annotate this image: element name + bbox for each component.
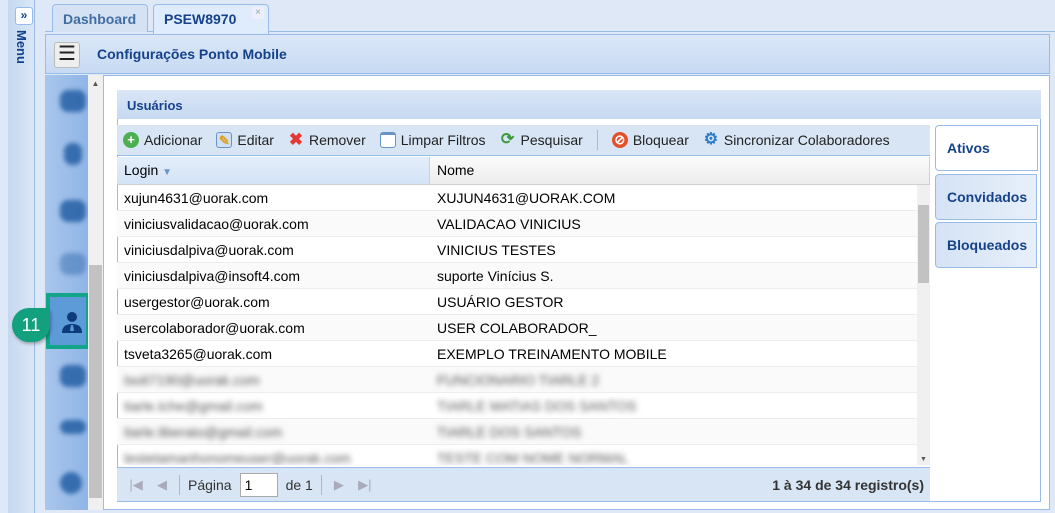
tab-convidados[interactable]: Convidados xyxy=(935,174,1037,220)
panel-title: Usuários xyxy=(117,90,1041,119)
expand-menu-button[interactable]: » xyxy=(15,7,33,25)
collapsed-menu-panel xyxy=(8,0,35,513)
toolbar: + Adicionar ✎ Editar ✖ Remover Limpar Filtr… xyxy=(117,125,930,156)
next-page-icon[interactable]: ▶ xyxy=(330,477,348,493)
id-card-icon[interactable] xyxy=(60,200,86,222)
table-row[interactable]: xujun4631@uorak.com XUJUN4631@UORAK.COM xyxy=(117,185,917,211)
table-row[interactable]: testetamanhonomeuser@uorak.com TESTE COM … xyxy=(117,445,917,465)
column-header-login[interactable]: Login ▼ xyxy=(117,157,430,184)
refresh-icon: ⟳ xyxy=(500,131,515,148)
grid-header: Login ▼ Nome xyxy=(117,157,930,185)
button-label: Remover xyxy=(308,132,366,148)
cell-login: testetamanhonomeuser@uorak.com xyxy=(124,450,351,465)
cell-nome: XUJUN4631@UORAK.COM xyxy=(437,190,616,206)
button-label: Adicionar xyxy=(144,132,203,148)
cell-login: tiarle.liberato@gmail.com xyxy=(124,424,283,440)
sync-employees-button[interactable]: ⚙ Sincronizar Colaboradores xyxy=(703,131,890,149)
page-count: de 1 xyxy=(285,476,313,493)
clear-filters-button[interactable]: Limpar Filtros xyxy=(379,132,486,148)
table-row[interactable]: tiarle.liberato@gmail.com TIARLE DOS SANT… xyxy=(117,419,917,445)
cell-nome: TIARLE MATIAS DOS SANTOS xyxy=(437,398,637,414)
sort-desc-icon: ▼ xyxy=(162,167,173,178)
add-button[interactable]: + Adicionar xyxy=(123,132,202,148)
location-pin-icon[interactable] xyxy=(64,143,82,165)
records-info: 1 à 34 de 34 registro(s) xyxy=(772,476,924,493)
add-icon: + xyxy=(123,132,139,148)
pager-separator xyxy=(179,474,180,495)
remove-icon: ✖ xyxy=(288,130,304,149)
cell-nome: VALIDACAO VINICIUS xyxy=(437,216,581,232)
tab-bloqueados[interactable]: Bloqueados xyxy=(935,222,1037,268)
sitemap-icon[interactable] xyxy=(60,90,86,112)
check-icon[interactable] xyxy=(60,420,86,434)
tab-ativos[interactable]: Ativos xyxy=(935,125,1038,171)
table-row[interactable]: tiarle.tche@gmail.com TIARLE MATIAS DOS S… xyxy=(117,393,917,419)
hamburger-menu-icon[interactable]: ☰ xyxy=(54,42,80,68)
list-icon[interactable] xyxy=(60,253,86,275)
table-row[interactable]: tsoli7190@uorak.com FUNCIONARIO TIARLE 2 xyxy=(117,367,917,393)
pagination-bar: |◀ ◀ Página de 1 ▶ ▶| 1 à 34 de 34 regis… xyxy=(117,467,930,501)
button-label: Bloquear xyxy=(632,132,689,148)
button-label: Pesquisar xyxy=(520,132,583,148)
button-label: Limpar Filtros xyxy=(400,132,486,148)
cell-nome: USUÁRIO GESTOR xyxy=(437,294,564,310)
circle-icon[interactable] xyxy=(60,472,82,494)
page-title: Configurações Ponto Mobile xyxy=(97,46,287,62)
column-label: Login xyxy=(124,162,159,178)
toolbar-separator xyxy=(596,130,598,150)
cell-nome: TESTE COM NOME NORMAL xyxy=(437,450,629,465)
cell-nome: suporte Vinícius S. xyxy=(437,268,554,284)
table-row[interactable]: tsveta3265@uorak.com EXEMPLO TREINAMENTO … xyxy=(117,341,917,367)
user-tie-icon xyxy=(62,312,82,333)
search-button[interactable]: ⟳ Pesquisar xyxy=(500,131,583,149)
clear-filter-icon xyxy=(379,132,396,148)
cell-login: viniciusvalidacao@uorak.com xyxy=(124,216,309,232)
menu-label[interactable]: Menu xyxy=(14,30,29,64)
cell-login: tsoli7190@uorak.com xyxy=(124,372,260,388)
close-tab-icon[interactable]: × xyxy=(252,7,264,19)
remove-button[interactable]: ✖ Remover xyxy=(288,130,366,149)
cell-login: usergestor@uorak.com xyxy=(124,294,270,310)
tab-label: PSEW8970 xyxy=(164,11,237,27)
table-row[interactable]: usercolaborador@uorak.com USER COLABORADO… xyxy=(117,315,917,341)
sync-gear-icon: ⚙ xyxy=(703,131,719,148)
button-label: Editar xyxy=(237,132,274,148)
edit-button[interactable]: ✎ Editar xyxy=(216,132,274,148)
cell-nome: USER COLABORADOR_ xyxy=(437,320,597,336)
first-page-icon[interactable]: |◀ xyxy=(127,477,145,493)
grid-body: xujun4631@uorak.com XUJUN4631@UORAK.COM vi… xyxy=(117,185,917,465)
cell-login: viniciusdalpiva@uorak.com xyxy=(124,242,294,258)
cell-login: viniciusdalpiva@insoft4.com xyxy=(124,268,301,284)
column-label: Nome xyxy=(437,162,475,178)
prev-page-icon[interactable]: ◀ xyxy=(153,477,171,493)
block-button[interactable]: ⊘ Bloquear xyxy=(611,132,689,148)
grid-scroll-thumb[interactable] xyxy=(918,205,929,283)
cloud-icon[interactable] xyxy=(60,365,86,387)
cell-login: usercolaborador@uorak.com xyxy=(124,320,305,336)
pager-separator xyxy=(320,474,322,495)
cell-login: tsveta3265@uorak.com xyxy=(124,346,273,362)
table-row[interactable]: usergestor@uorak.com USUÁRIO GESTOR xyxy=(117,289,917,315)
block-icon: ⊘ xyxy=(611,132,628,148)
cell-login: tiarle.tche@gmail.com xyxy=(124,398,263,414)
cell-login: xujun4631@uorak.com xyxy=(124,190,269,206)
sidebar-item-users[interactable] xyxy=(46,293,90,349)
table-row[interactable]: viniciusvalidacao@uorak.com VALIDACAO VIN… xyxy=(117,211,917,237)
tab-dashboard[interactable]: Dashboard xyxy=(52,4,148,32)
cell-nome: EXEMPLO TREINAMENTO MOBILE xyxy=(437,346,667,362)
page-input[interactable] xyxy=(239,472,278,497)
edit-icon: ✎ xyxy=(216,132,233,148)
table-row[interactable]: viniciusdalpiva@insoft4.com suporte Viníc… xyxy=(117,263,917,289)
cell-nome: FUNCIONARIO TIARLE 2 xyxy=(437,372,600,388)
cell-nome: TIARLE DOS SANTOS xyxy=(437,424,582,440)
cell-nome: VINICIUS TESTES xyxy=(437,242,556,258)
step-badge: 11 xyxy=(12,308,50,342)
sidebar-scroll-thumb[interactable] xyxy=(89,265,102,498)
column-header-nome[interactable]: Nome xyxy=(430,157,930,184)
table-row[interactable]: viniciusdalpiva@uorak.com VINICIUS TESTES xyxy=(117,237,917,263)
page-label: Página xyxy=(188,476,232,493)
button-label: Sincronizar Colaboradores xyxy=(723,132,890,148)
last-page-icon[interactable]: ▶| xyxy=(356,477,374,493)
